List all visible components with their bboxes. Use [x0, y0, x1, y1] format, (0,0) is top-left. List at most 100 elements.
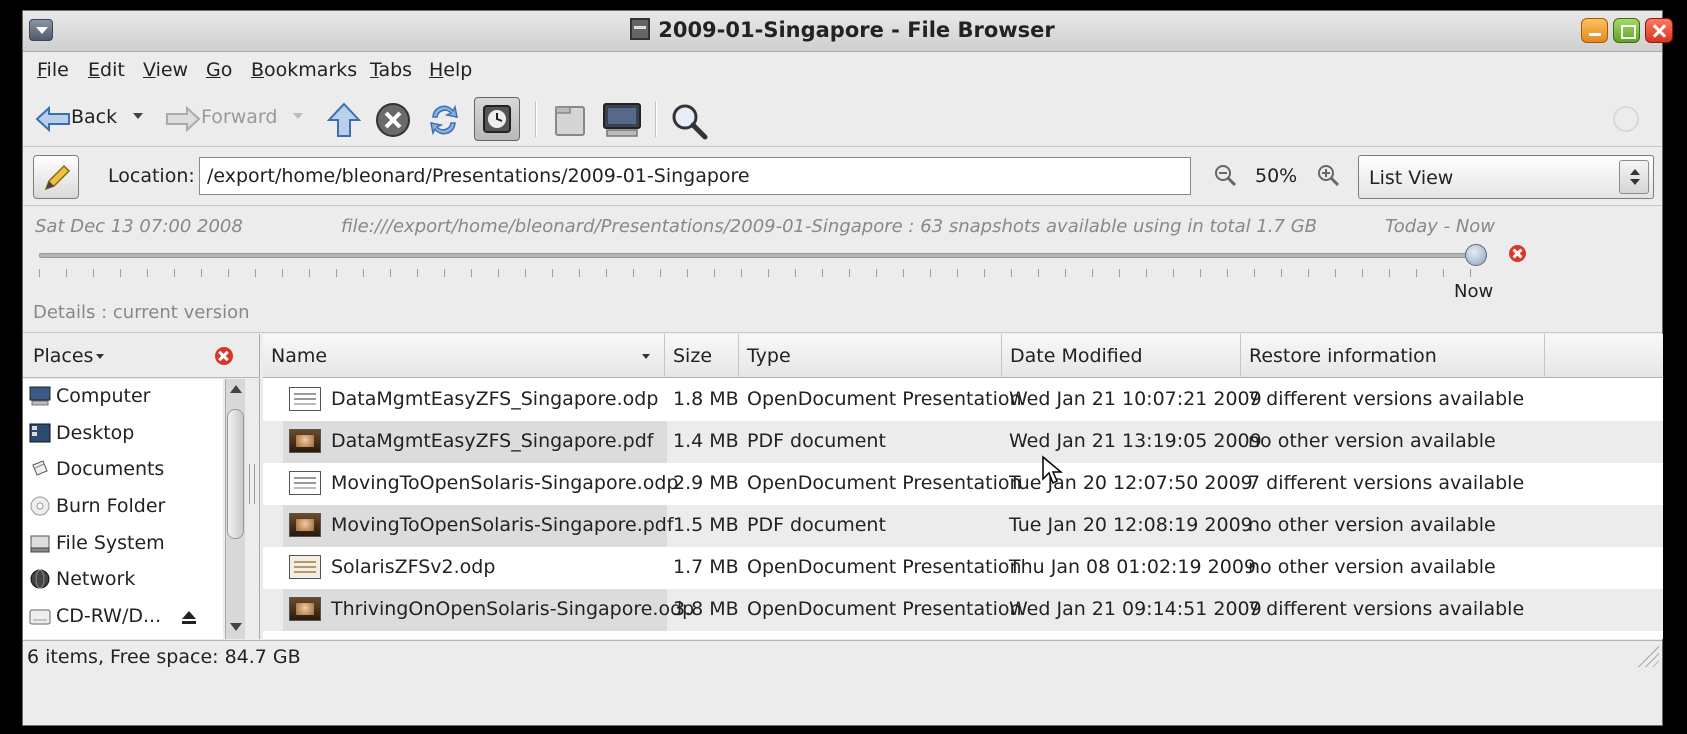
sidebar-item-label: Computer — [56, 385, 151, 407]
file-date-modified: Wed Jan 21 10:07:21 2009 — [1009, 388, 1262, 410]
column-size[interactable]: Size — [665, 334, 739, 378]
places-dropdown[interactable]: Places — [33, 345, 93, 367]
file-date-modified: Tue Jan 20 12:08:19 2009 — [1009, 514, 1253, 536]
table-row[interactable]: SolarisZFSv2.odp 1.7 MB OpenDocument Prese… — [263, 547, 1663, 589]
file-restore-info: 7 different versions available — [1248, 472, 1525, 494]
file-browser-window: 2009-01-Singapore - File Browser File Ed… — [22, 10, 1673, 726]
sidebar-item-cd-rw[interactable]: CD-RW/D... — [23, 599, 223, 635]
clock-icon — [483, 105, 511, 133]
file-name[interactable]: MovingToOpenSolaris-Singapore.odp — [331, 472, 678, 494]
status-text: 6 items, Free space: 84.7 GB — [27, 646, 301, 668]
select-spinner-icon — [1619, 160, 1649, 194]
file-restore-info: no other version available — [1248, 514, 1496, 536]
column-label: Type — [747, 345, 791, 367]
file-name[interactable]: DataMgmtEasyZFS_Singapore.pdf — [331, 430, 653, 452]
column-date-modified[interactable]: Date Modified — [1002, 334, 1241, 378]
menu-edit[interactable]: Edit — [88, 59, 125, 81]
zoom-out-icon[interactable] — [1213, 163, 1237, 187]
file-list-header: Name Size Type Date Modified Restore inf… — [263, 334, 1663, 378]
documents-icon — [32, 460, 48, 476]
chevron-down-icon[interactable] — [96, 354, 104, 359]
computer-icon[interactable] — [601, 101, 643, 139]
eject-icon[interactable] — [181, 609, 197, 625]
time-slider-toggle-button[interactable] — [474, 97, 520, 141]
maximize-button[interactable] — [1613, 18, 1640, 43]
sidebar-item-label: Burn Folder — [56, 495, 166, 517]
menu-help[interactable]: Help — [429, 59, 472, 81]
table-row[interactable]: MovingToOpenSolaris-Singapore.odp 2.9 MB O… — [263, 463, 1663, 505]
forward-arrow-icon[interactable] — [165, 106, 201, 132]
zoom-in-icon[interactable] — [1316, 163, 1340, 187]
places-list: Computer Desktop Documents Burn Folder F… — [23, 379, 223, 639]
scroll-up-arrow-icon[interactable] — [230, 385, 242, 393]
file-restore-info: no other version available — [1248, 556, 1496, 578]
home-folder-icon[interactable] — [551, 101, 589, 139]
snapshot-start-date: Sat Dec 13 07:00 2008 — [35, 216, 243, 237]
reload-icon[interactable] — [425, 101, 463, 139]
menu-tabs[interactable]: Tabs — [370, 59, 412, 81]
title-bar[interactable]: 2009-01-Singapore - File Browser — [23, 11, 1673, 52]
table-row[interactable]: DataMgmtEasyZFS_Singapore.odp 1.8 MB OpenD… — [263, 379, 1663, 421]
location-input[interactable]: /export/home/bleonard/Presentations/2009… — [199, 157, 1191, 195]
menu-go[interactable]: Go — [206, 59, 232, 81]
table-row[interactable]: ThrivingOnOpenSolaris-Singapore.odp 3.8 M… — [263, 589, 1663, 631]
sidebar-item-label: CD-RW/D... — [56, 605, 162, 627]
menu-view[interactable]: View — [143, 59, 188, 81]
scrollbar-thumb[interactable] — [227, 409, 244, 539]
sidebar-item-desktop[interactable]: Desktop — [23, 416, 223, 452]
time-slider-ticks — [39, 269, 1487, 277]
stop-icon[interactable] — [375, 102, 411, 138]
desktop-icon — [29, 423, 51, 443]
file-date-modified: Wed Jan 21 13:19:05 2009 — [1009, 430, 1262, 452]
file-name[interactable]: MovingToOpenSolaris-Singapore.pdf — [331, 514, 674, 536]
close-time-slider-icon[interactable] — [1509, 245, 1526, 262]
menu-file[interactable]: File — [37, 59, 69, 81]
back-button[interactable]: Back — [71, 106, 117, 128]
search-icon[interactable] — [669, 101, 709, 141]
file-date-modified: Thu Jan 08 01:02:19 2009 — [1009, 556, 1256, 578]
close-button[interactable] — [1645, 18, 1673, 43]
file-name[interactable]: ThrivingOnOpenSolaris-Singapore.odp — [331, 598, 694, 620]
file-cabinet-icon — [630, 18, 651, 40]
forward-history-dropdown[interactable] — [293, 113, 303, 119]
sidebar-item-computer[interactable]: Computer — [23, 379, 223, 415]
activity-throbber — [1613, 106, 1639, 132]
back-history-dropdown[interactable] — [133, 113, 143, 119]
table-row[interactable]: MovingToOpenSolaris-Singapore.pdf 1.5 MB P… — [263, 505, 1663, 547]
file-size: 3.8 MB — [673, 598, 739, 620]
places-header: Places — [23, 334, 260, 378]
sidebar-item-file-system[interactable]: File System — [23, 526, 223, 562]
status-bar: 6 items, Free space: 84.7 GB — [23, 640, 1662, 672]
file-restore-info: 7 different versions available — [1248, 598, 1525, 620]
table-row[interactable]: DataMgmtEasyZFS_Singapore.pdf 1.4 MB PDF d… — [263, 421, 1663, 463]
optical-drive-icon — [29, 609, 51, 625]
file-name[interactable]: DataMgmtEasyZFS_Singapore.odp — [331, 388, 658, 410]
menu-bookmarks[interactable]: Bookmarks — [251, 59, 357, 81]
sidebar-scrollbar[interactable] — [225, 379, 245, 639]
sidebar-item-documents[interactable]: Documents — [23, 452, 223, 488]
file-system-icon — [30, 535, 50, 553]
column-restore-information[interactable]: Restore information — [1241, 334, 1545, 378]
close-sidebar-icon[interactable] — [215, 347, 233, 365]
back-arrow-icon[interactable] — [35, 106, 71, 132]
pdf-file-icon — [289, 597, 321, 621]
view-mode-select[interactable]: List View — [1358, 155, 1654, 199]
scroll-down-arrow-icon[interactable] — [230, 623, 242, 631]
sidebar-item-burn-folder[interactable]: Burn Folder — [23, 489, 223, 525]
computer-icon — [29, 386, 51, 406]
up-arrow-icon[interactable] — [325, 101, 363, 139]
time-slider-handle[interactable] — [1465, 244, 1487, 266]
snapshot-end-label: Today - Now — [1385, 216, 1496, 237]
minimize-button[interactable] — [1581, 18, 1608, 43]
time-slider-track[interactable] — [39, 253, 1487, 258]
sidebar-item-network[interactable]: Network — [23, 562, 223, 598]
pdf-file-icon — [289, 513, 321, 537]
pane-resize-handle[interactable] — [249, 464, 255, 504]
file-size: 1.4 MB — [673, 430, 739, 452]
file-name[interactable]: SolarisZFSv2.odp — [331, 556, 495, 578]
column-name[interactable]: Name — [263, 334, 665, 378]
file-type: PDF document — [747, 514, 886, 536]
forward-button[interactable]: Forward — [201, 106, 277, 128]
edit-location-button[interactable] — [33, 155, 79, 199]
column-type[interactable]: Type — [739, 334, 1002, 378]
